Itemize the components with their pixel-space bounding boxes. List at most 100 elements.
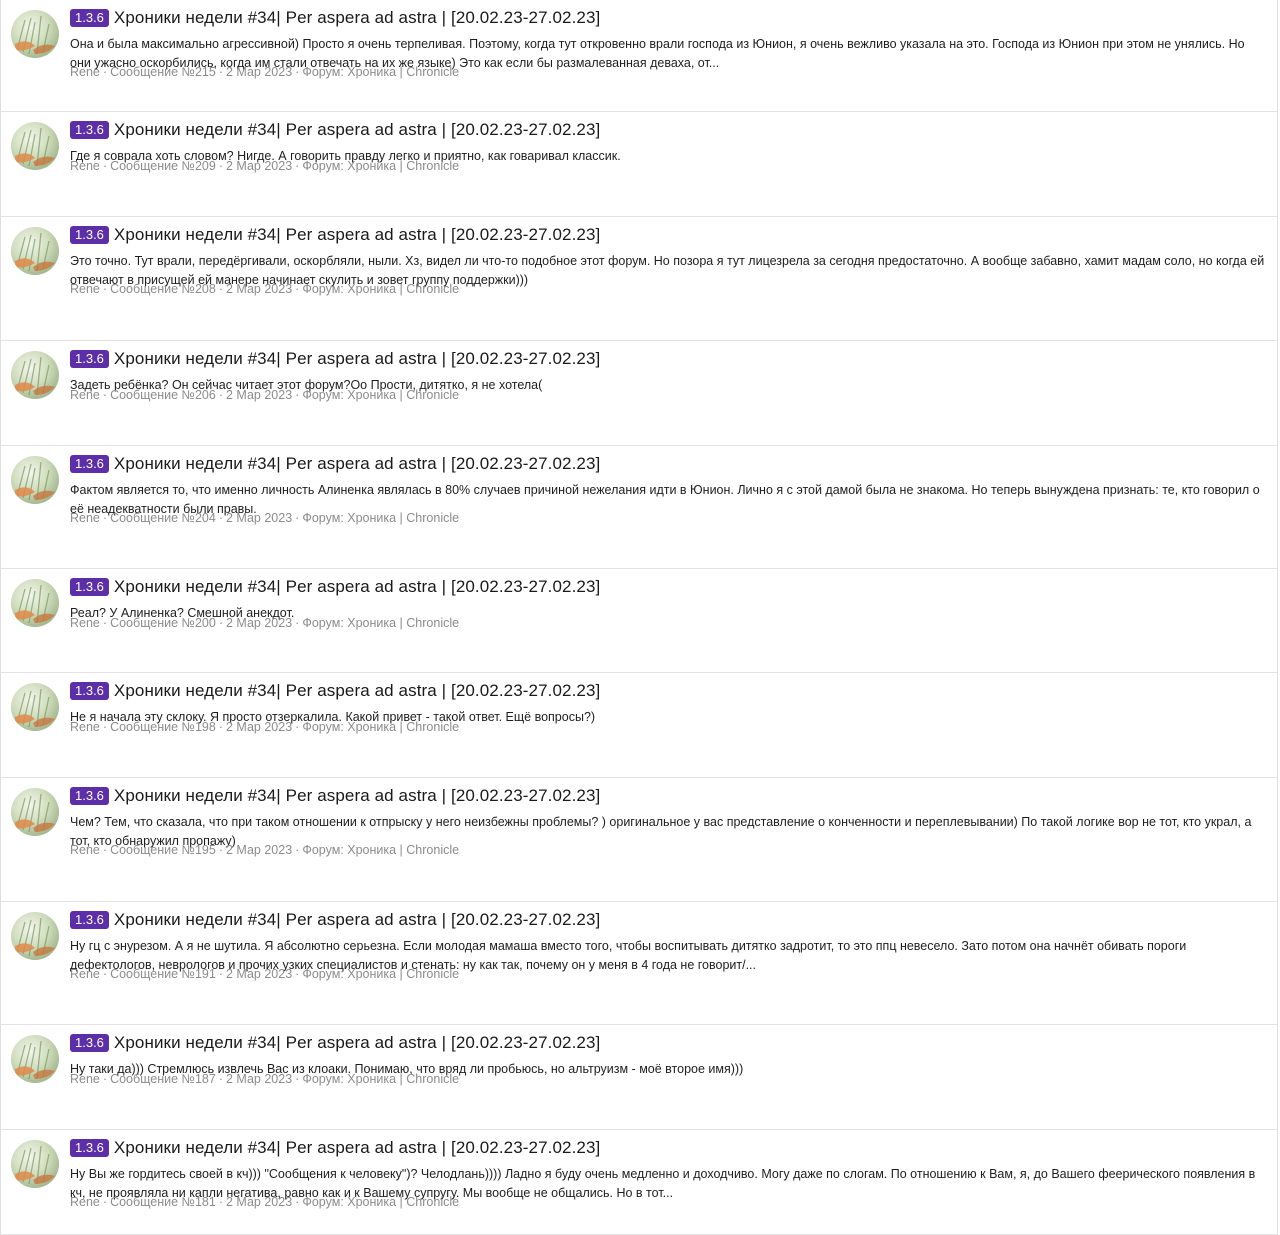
avatar[interactable] [11, 10, 59, 58]
result-item: 1.3.6 Хроники недели #34| Per aspera ad … [0, 673, 1278, 778]
thread-title-link[interactable]: Хроники недели #34| Per aspera ad astra … [114, 8, 600, 28]
thread-title-link[interactable]: Хроники недели #34| Per aspera ad astra … [114, 786, 600, 806]
forum-link[interactable]: Форум: Хроника | Chronicle [302, 511, 459, 525]
post-meta: Rene · Сообщение №208 · 2 Мар 2023 · Форум: Хр… [70, 282, 459, 296]
post-number-link[interactable]: Сообщение №215 [110, 65, 216, 79]
avatar[interactable] [11, 912, 59, 960]
post-number-link[interactable]: Сообщение №198 [110, 720, 216, 734]
meta-separator: · [295, 1072, 300, 1086]
thread-title-link[interactable]: Хроники недели #34| Per aspera ad astra … [114, 1033, 600, 1053]
result-title-row: 1.3.6 Хроники недели #34| Per aspera ad … [70, 454, 600, 474]
thread-title-link[interactable]: Хроники недели #34| Per aspera ad astra … [114, 225, 600, 245]
result-item: 1.3.6 Хроники недели #34| Per aspera ad … [0, 778, 1278, 902]
post-meta: Rene · Сообщение №209 · 2 Мар 2023 · Форум: Хр… [70, 159, 459, 173]
thread-title-link[interactable]: Хроники недели #34| Per aspera ad astra … [114, 454, 600, 474]
forum-link[interactable]: Форум: Хроника | Chronicle [302, 282, 459, 296]
version-badge: 1.3.6 [70, 121, 109, 139]
author-link[interactable]: Rene [70, 616, 100, 630]
author-link[interactable]: Rene [70, 159, 100, 173]
thread-title-link[interactable]: Хроники недели #34| Per aspera ad astra … [114, 910, 600, 930]
result-item: 1.3.6 Хроники недели #34| Per aspera ad … [0, 341, 1278, 446]
version-badge: 1.3.6 [70, 226, 109, 244]
post-number-link[interactable]: Сообщение №209 [110, 159, 216, 173]
meta-separator: · [295, 720, 300, 734]
avatar[interactable] [11, 1140, 59, 1188]
thread-title-link[interactable]: Хроники недели #34| Per aspera ad astra … [114, 120, 600, 140]
avatar[interactable] [11, 1035, 59, 1083]
author-link[interactable]: Rene [70, 282, 100, 296]
author-link[interactable]: Rene [70, 388, 100, 402]
author-link[interactable]: Rene [70, 1072, 100, 1086]
avatar[interactable] [11, 788, 59, 836]
forum-link[interactable]: Форум: Хроника | Chronicle [302, 843, 459, 857]
meta-separator: · [102, 616, 108, 630]
forum-link[interactable]: Форум: Хроника | Chronicle [302, 967, 459, 981]
thread-title-link[interactable]: Хроники недели #34| Per aspera ad astra … [114, 1138, 600, 1158]
result-title-row: 1.3.6 Хроники недели #34| Per aspera ad … [70, 1138, 600, 1158]
avatar[interactable] [11, 456, 59, 504]
result-item: 1.3.6 Хроники недели #34| Per aspera ad … [0, 1130, 1278, 1235]
meta-separator: · [218, 843, 223, 857]
post-date: 2 Мар 2023 [226, 967, 293, 981]
result-item: 1.3.6 Хроники недели #34| Per aspera ad … [0, 112, 1278, 217]
author-link[interactable]: Rene [70, 65, 100, 79]
post-number-link[interactable]: Сообщение №181 [110, 1195, 216, 1209]
post-date: 2 Мар 2023 [226, 843, 293, 857]
thread-title-link[interactable]: Хроники недели #34| Per aspera ad astra … [114, 349, 600, 369]
meta-separator: · [102, 159, 108, 173]
result-item: 1.3.6 Хроники недели #34| Per aspera ad … [0, 217, 1278, 341]
forum-link[interactable]: Форум: Хроника | Chronicle [302, 616, 459, 630]
result-item: 1.3.6 Хроники недели #34| Per aspera ad … [0, 446, 1278, 569]
meta-separator: · [102, 1072, 108, 1086]
result-item: 1.3.6 Хроники недели #34| Per aspera ad … [0, 902, 1278, 1025]
meta-separator: · [102, 65, 108, 79]
forum-link[interactable]: Форум: Хроника | Chronicle [302, 388, 459, 402]
meta-separator: · [295, 159, 300, 173]
post-number-link[interactable]: Сообщение №206 [110, 388, 216, 402]
post-number-link[interactable]: Сообщение №191 [110, 967, 216, 981]
forum-link[interactable]: Форум: Хроника | Chronicle [302, 1195, 459, 1209]
forum-link[interactable]: Форум: Хроника | Chronicle [302, 720, 459, 734]
post-number-link[interactable]: Сообщение №195 [110, 843, 216, 857]
post-number-link[interactable]: Сообщение №187 [110, 1072, 216, 1086]
result-title-row: 1.3.6 Хроники недели #34| Per aspera ad … [70, 8, 600, 28]
meta-separator: · [102, 388, 108, 402]
meta-separator: · [295, 282, 300, 296]
meta-separator: · [102, 511, 108, 525]
forum-link[interactable]: Форум: Хроника | Chronicle [302, 159, 459, 173]
result-item: 1.3.6 Хроники недели #34| Per aspera ad … [0, 0, 1278, 112]
forum-link[interactable]: Форум: Хроника | Chronicle [302, 65, 459, 79]
author-link[interactable]: Rene [70, 720, 100, 734]
post-date: 2 Мар 2023 [226, 616, 293, 630]
avatar[interactable] [11, 227, 59, 275]
author-link[interactable]: Rene [70, 1195, 100, 1209]
version-badge: 1.3.6 [70, 455, 109, 473]
post-meta: Rene · Сообщение №187 · 2 Мар 2023 · Форум: Хр… [70, 1072, 459, 1086]
post-meta: Rene · Сообщение №215 · 2 Мар 2023 · Форум: Хр… [70, 65, 459, 79]
post-date: 2 Мар 2023 [226, 1195, 293, 1209]
result-title-row: 1.3.6 Хроники недели #34| Per aspera ad … [70, 681, 600, 701]
author-link[interactable]: Rene [70, 967, 100, 981]
meta-separator: · [295, 511, 300, 525]
avatar[interactable] [11, 579, 59, 627]
meta-separator: · [295, 388, 300, 402]
author-link[interactable]: Rene [70, 511, 100, 525]
post-number-link[interactable]: Сообщение №200 [110, 616, 216, 630]
version-badge: 1.3.6 [70, 911, 109, 929]
post-number-link[interactable]: Сообщение №208 [110, 282, 216, 296]
avatar[interactable] [11, 351, 59, 399]
post-date: 2 Мар 2023 [226, 388, 293, 402]
avatar[interactable] [11, 122, 59, 170]
meta-separator: · [218, 720, 223, 734]
thread-title-link[interactable]: Хроники недели #34| Per aspera ad astra … [114, 681, 600, 701]
author-link[interactable]: Rene [70, 843, 100, 857]
meta-separator: · [218, 616, 223, 630]
avatar[interactable] [11, 683, 59, 731]
post-number-link[interactable]: Сообщение №204 [110, 511, 216, 525]
thread-title-link[interactable]: Хроники недели #34| Per aspera ad astra … [114, 577, 600, 597]
forum-link[interactable]: Форум: Хроника | Chronicle [302, 1072, 459, 1086]
version-badge: 1.3.6 [70, 578, 109, 596]
post-date: 2 Мар 2023 [226, 282, 293, 296]
meta-separator: · [295, 65, 300, 79]
result-title-row: 1.3.6 Хроники недели #34| Per aspera ad … [70, 577, 600, 597]
